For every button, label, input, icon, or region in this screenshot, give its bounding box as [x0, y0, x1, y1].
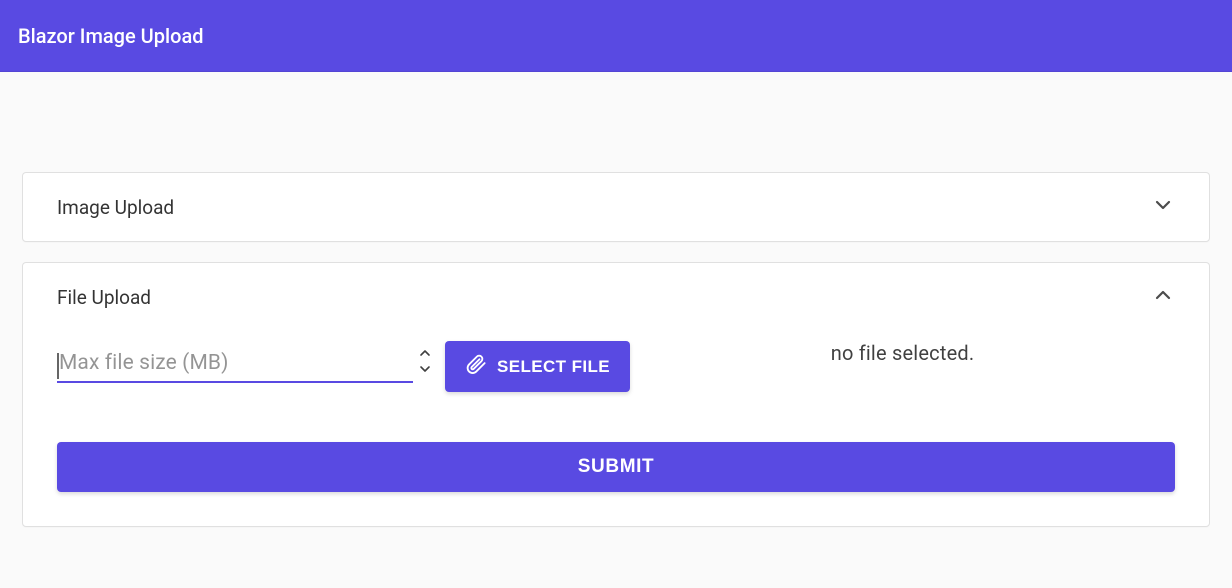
- step-down-icon[interactable]: [415, 361, 435, 377]
- select-file-button[interactable]: SELECT FILE: [445, 341, 630, 392]
- panel-file-upload-body: Max file size (MB) SELECT FILE: [23, 341, 1209, 526]
- submit-button[interactable]: SUBMIT: [57, 442, 1175, 492]
- file-upload-row: Max file size (MB) SELECT FILE: [57, 341, 1175, 392]
- appbar: Blazor Image Upload: [0, 0, 1232, 72]
- page-content: Image Upload File Upload Max file size (…: [0, 72, 1232, 587]
- max-file-size-placeholder: Max file size (MB): [57, 351, 413, 375]
- chevron-up-icon: [1151, 283, 1175, 311]
- submit-label: SUBMIT: [578, 456, 654, 478]
- panel-file-upload-header[interactable]: File Upload: [23, 263, 1209, 331]
- panel-file-upload: File Upload Max file size (MB): [22, 262, 1210, 527]
- panel-image-upload-header[interactable]: Image Upload: [23, 173, 1209, 241]
- panel-file-upload-title: File Upload: [57, 286, 151, 309]
- select-file-label: SELECT FILE: [497, 357, 610, 377]
- panel-image-upload: Image Upload: [22, 172, 1210, 242]
- attachment-icon: [465, 353, 487, 380]
- number-stepper[interactable]: [415, 345, 435, 377]
- text-caret: [57, 353, 59, 379]
- max-file-size-input[interactable]: Max file size (MB): [57, 351, 413, 383]
- panel-image-upload-title: Image Upload: [57, 196, 174, 219]
- appbar-title: Blazor Image Upload: [18, 24, 204, 48]
- file-status: no file selected.: [662, 341, 1175, 365]
- chevron-down-icon: [1151, 193, 1175, 221]
- step-up-icon[interactable]: [415, 345, 435, 361]
